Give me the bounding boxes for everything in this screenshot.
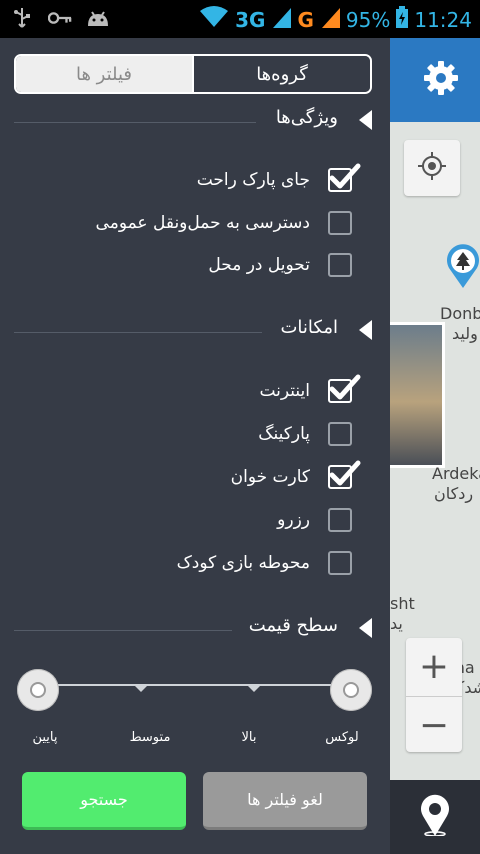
checkbox[interactable] <box>328 551 352 575</box>
price-slider-max-handle[interactable] <box>330 669 372 711</box>
checkbox-label: کارت خوان <box>230 467 310 487</box>
signal-icon <box>320 6 340 33</box>
zoom-in-button[interactable]: + <box>406 638 462 694</box>
map-label: ید <box>390 614 403 633</box>
battery-icon <box>396 6 409 33</box>
filter-drawer: فیلتر ها گروه‌ها ویژگی‌ها جای پارک راحت … <box>0 38 390 854</box>
signal-icon <box>271 6 292 33</box>
checkbox-row[interactable]: تحویل در محل <box>208 250 352 280</box>
section-price-header[interactable]: سطح قیمت <box>14 615 372 641</box>
checkbox-label: اینترنت <box>259 381 310 401</box>
handle-dot <box>32 684 44 696</box>
map-view[interactable]: Donb ولید Ardeka ردکان sht ید rasha شدک … <box>390 38 480 854</box>
status-bar: 3G G 95% 11:24 <box>0 0 480 38</box>
section-amenities-header[interactable]: امکانات <box>14 317 372 343</box>
tab-groups[interactable]: گروه‌ها <box>192 56 370 92</box>
checkbox-row[interactable]: پارکینگ <box>258 419 352 449</box>
checkbox-label: دسترسی به حمل‌ونقل عمومی <box>95 213 310 233</box>
checkbox[interactable] <box>328 508 352 532</box>
network-3g-label: 3G <box>235 7 266 32</box>
price-level-label: لوکس <box>325 730 359 745</box>
map-bottom-bar <box>390 780 480 854</box>
map-label: Donb <box>440 304 480 323</box>
zoom-out-button[interactable]: − <box>406 696 462 753</box>
my-location-button[interactable] <box>404 140 460 196</box>
clock: 11:24 <box>414 7 472 32</box>
checkbox-checked[interactable] <box>328 374 361 403</box>
checkbox-label: جای پارک راحت <box>196 170 310 190</box>
wifi-icon <box>199 5 229 34</box>
map-header <box>390 38 480 122</box>
checkbox-checked[interactable] <box>328 163 361 192</box>
zoom-controls: + − <box>406 638 462 752</box>
price-level-label: پایین <box>32 730 58 745</box>
checkbox[interactable] <box>328 253 352 277</box>
section-title: امکانات <box>280 317 338 338</box>
price-level-label: متوسط <box>129 730 171 745</box>
slider-tick <box>246 684 262 692</box>
checkbox-label: تحویل در محل <box>208 255 310 275</box>
divider <box>14 122 256 123</box>
collapse-arrow-icon[interactable] <box>359 110 372 130</box>
checkbox-label: پارکینگ <box>258 424 310 444</box>
key-icon <box>48 6 72 30</box>
checkbox-row[interactable]: محوطه بازی کودک <box>177 548 352 578</box>
slider-tick <box>133 684 149 692</box>
map-marker[interactable] <box>446 244 480 288</box>
checkbox-row[interactable]: رزرو <box>277 505 352 535</box>
tab-filters[interactable]: فیلتر ها <box>16 56 192 92</box>
checkbox-checked[interactable] <box>328 460 361 489</box>
gear-icon[interactable] <box>423 60 459 100</box>
collapse-arrow-icon[interactable] <box>359 320 372 340</box>
handle-dot <box>345 684 357 696</box>
location-pin-icon[interactable] <box>420 794 450 840</box>
search-button[interactable]: جستجو <box>22 772 186 830</box>
checkbox[interactable] <box>328 211 352 235</box>
checkbox-label: محوطه بازی کودک <box>176 553 310 573</box>
price-level-label: بالا <box>241 730 257 745</box>
crosshair-icon <box>417 151 447 185</box>
checkbox-row[interactable]: دسترسی به حمل‌ونقل عمومی <box>96 208 352 238</box>
checkbox-row[interactable]: جای پارک راحت <box>196 163 361 195</box>
usb-icon <box>10 6 34 30</box>
network-g-label: G <box>297 7 314 32</box>
tree-icon <box>446 244 480 292</box>
collapse-arrow-icon[interactable] <box>359 618 372 638</box>
divider <box>14 630 232 631</box>
checkbox-row[interactable]: اینترنت <box>259 374 361 406</box>
battery-percent: 95% <box>345 7 391 32</box>
divider <box>14 332 262 333</box>
checkbox-row[interactable]: کارت خوان <box>230 460 361 492</box>
price-slider-track[interactable] <box>38 684 352 686</box>
section-title: ویژگی‌ها <box>275 107 338 128</box>
checkbox[interactable] <box>328 422 352 446</box>
clear-filters-button[interactable]: لغو فیلتر ها <box>203 772 367 830</box>
map-photo[interactable] <box>390 322 445 468</box>
section-features-header[interactable]: ویژگی‌ها <box>14 107 372 133</box>
section-title: سطح قیمت <box>248 615 338 636</box>
map-label: sht <box>390 594 415 613</box>
tab-bar: فیلتر ها گروه‌ها <box>14 54 372 94</box>
checkbox-label: رزرو <box>277 510 310 530</box>
map-label: ولید <box>452 324 478 343</box>
android-icon <box>86 6 110 30</box>
map-label: Ardeka <box>432 464 480 483</box>
price-slider-min-handle[interactable] <box>17 669 59 711</box>
map-label: ردکان <box>434 484 474 503</box>
